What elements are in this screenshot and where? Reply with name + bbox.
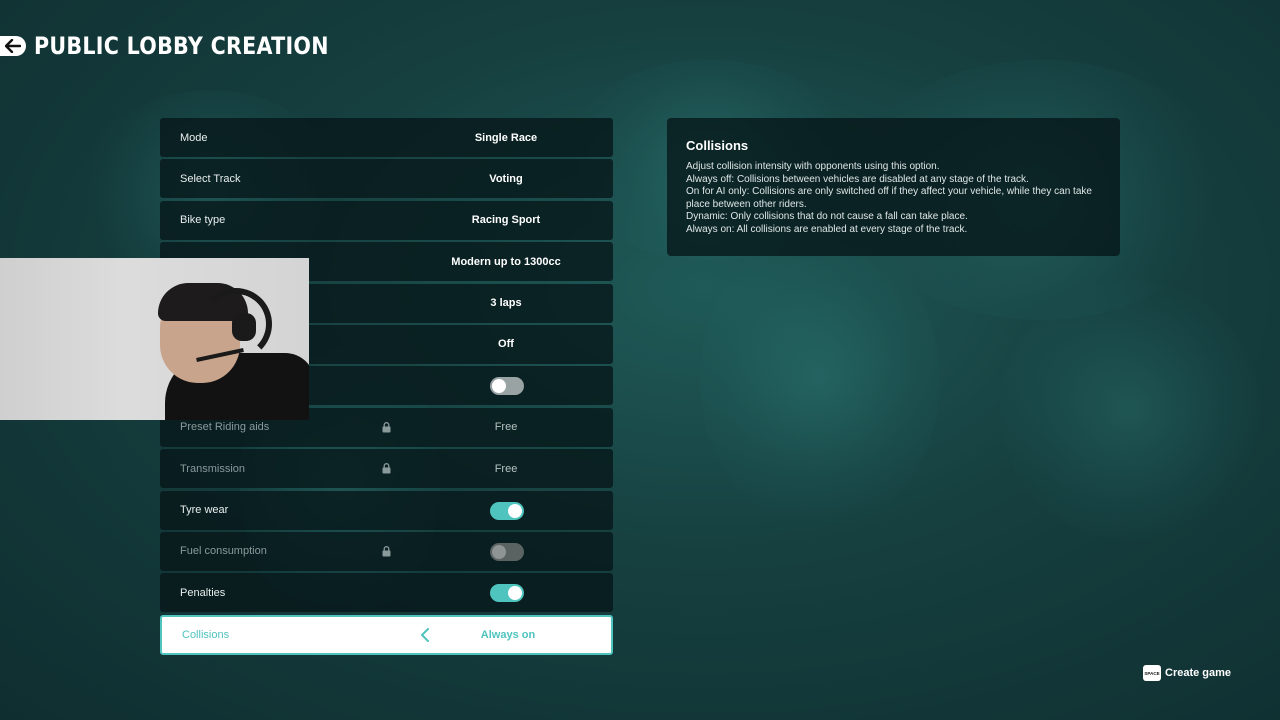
space-key-icon: SPACE — [1143, 665, 1161, 681]
description-line: Dynamic: Only collisions that do not cau… — [686, 211, 968, 223]
description-text: Adjust collision intensity with opponent… — [686, 161, 1096, 237]
setting-row-transmission[interactable]: Transmission Free — [160, 449, 613, 489]
setting-label: Collisions — [182, 628, 230, 641]
toggle-switch-off[interactable] — [490, 377, 524, 396]
headset-earcup — [232, 313, 256, 341]
setting-row-penalties[interactable]: Penalties — [160, 573, 613, 613]
description-line: Adjust collision intensity with opponent… — [686, 161, 940, 172]
setting-value: Single Race — [474, 131, 538, 144]
setting-value: Free — [494, 462, 518, 475]
setting-value: 3 laps — [490, 297, 522, 310]
setting-label: Mode — [180, 131, 208, 144]
setting-label: Tyre wear — [180, 504, 229, 517]
header: PUBLIC LOBBY CREATION — [0, 30, 377, 62]
page-title: PUBLIC LOBBY CREATION — [34, 32, 329, 60]
setting-label: Select Track — [180, 172, 241, 185]
setting-label: Fuel consumption — [180, 545, 267, 558]
create-game-label: Create game — [1165, 667, 1232, 679]
description-line: Always on: All collisions are enabled at… — [686, 223, 968, 235]
setting-row-tyre-wear[interactable]: Tyre wear — [160, 490, 613, 530]
back-button[interactable] — [0, 36, 26, 56]
toggle-knob — [508, 503, 522, 518]
toggle-knob — [492, 379, 506, 394]
setting-value: Voting — [489, 172, 523, 185]
setting-row-bike-type[interactable]: Bike type Racing Sport — [160, 200, 613, 240]
create-game-button[interactable]: SPACE Create game — [1143, 665, 1231, 681]
webcam-overlay — [0, 258, 309, 420]
description-line: Always off: Collisions between vehicles … — [686, 173, 1029, 185]
setting-row-select-track[interactable]: Select Track Voting — [160, 159, 613, 199]
toggle-switch-on[interactable] — [490, 584, 524, 603]
toggle-switch-on[interactable] — [490, 501, 524, 520]
toggle-knob — [508, 586, 522, 601]
lock-icon — [382, 545, 391, 557]
setting-row-collisions[interactable]: Collisions Always on — [160, 614, 613, 655]
setting-value: Free — [494, 421, 518, 434]
description-panel: Collisions Adjust collision intensity wi… — [667, 118, 1120, 256]
toggle-switch-disabled — [490, 542, 524, 561]
setting-label: Penalties — [180, 586, 226, 599]
arrow-left-icon — [5, 39, 21, 53]
setting-value: Modern up to 1300cc — [451, 255, 561, 268]
setting-row-mode[interactable]: Mode Single Race — [160, 118, 613, 157]
setting-label: Preset Riding aids — [180, 421, 270, 434]
setting-row-fuel-consumption[interactable]: Fuel consumption — [160, 531, 613, 571]
setting-value: Always on — [480, 628, 536, 641]
lock-icon — [382, 421, 391, 433]
setting-label: Transmission — [180, 462, 245, 475]
setting-value: Off — [498, 338, 514, 351]
lock-icon — [382, 463, 391, 474]
setting-value: Racing Sport — [471, 214, 541, 227]
description-title: Collisions — [686, 138, 749, 153]
description-line: On for AI only: Collisions are only swit… — [686, 186, 1092, 210]
toggle-knob — [492, 544, 506, 559]
setting-label: Bike type — [180, 214, 226, 227]
